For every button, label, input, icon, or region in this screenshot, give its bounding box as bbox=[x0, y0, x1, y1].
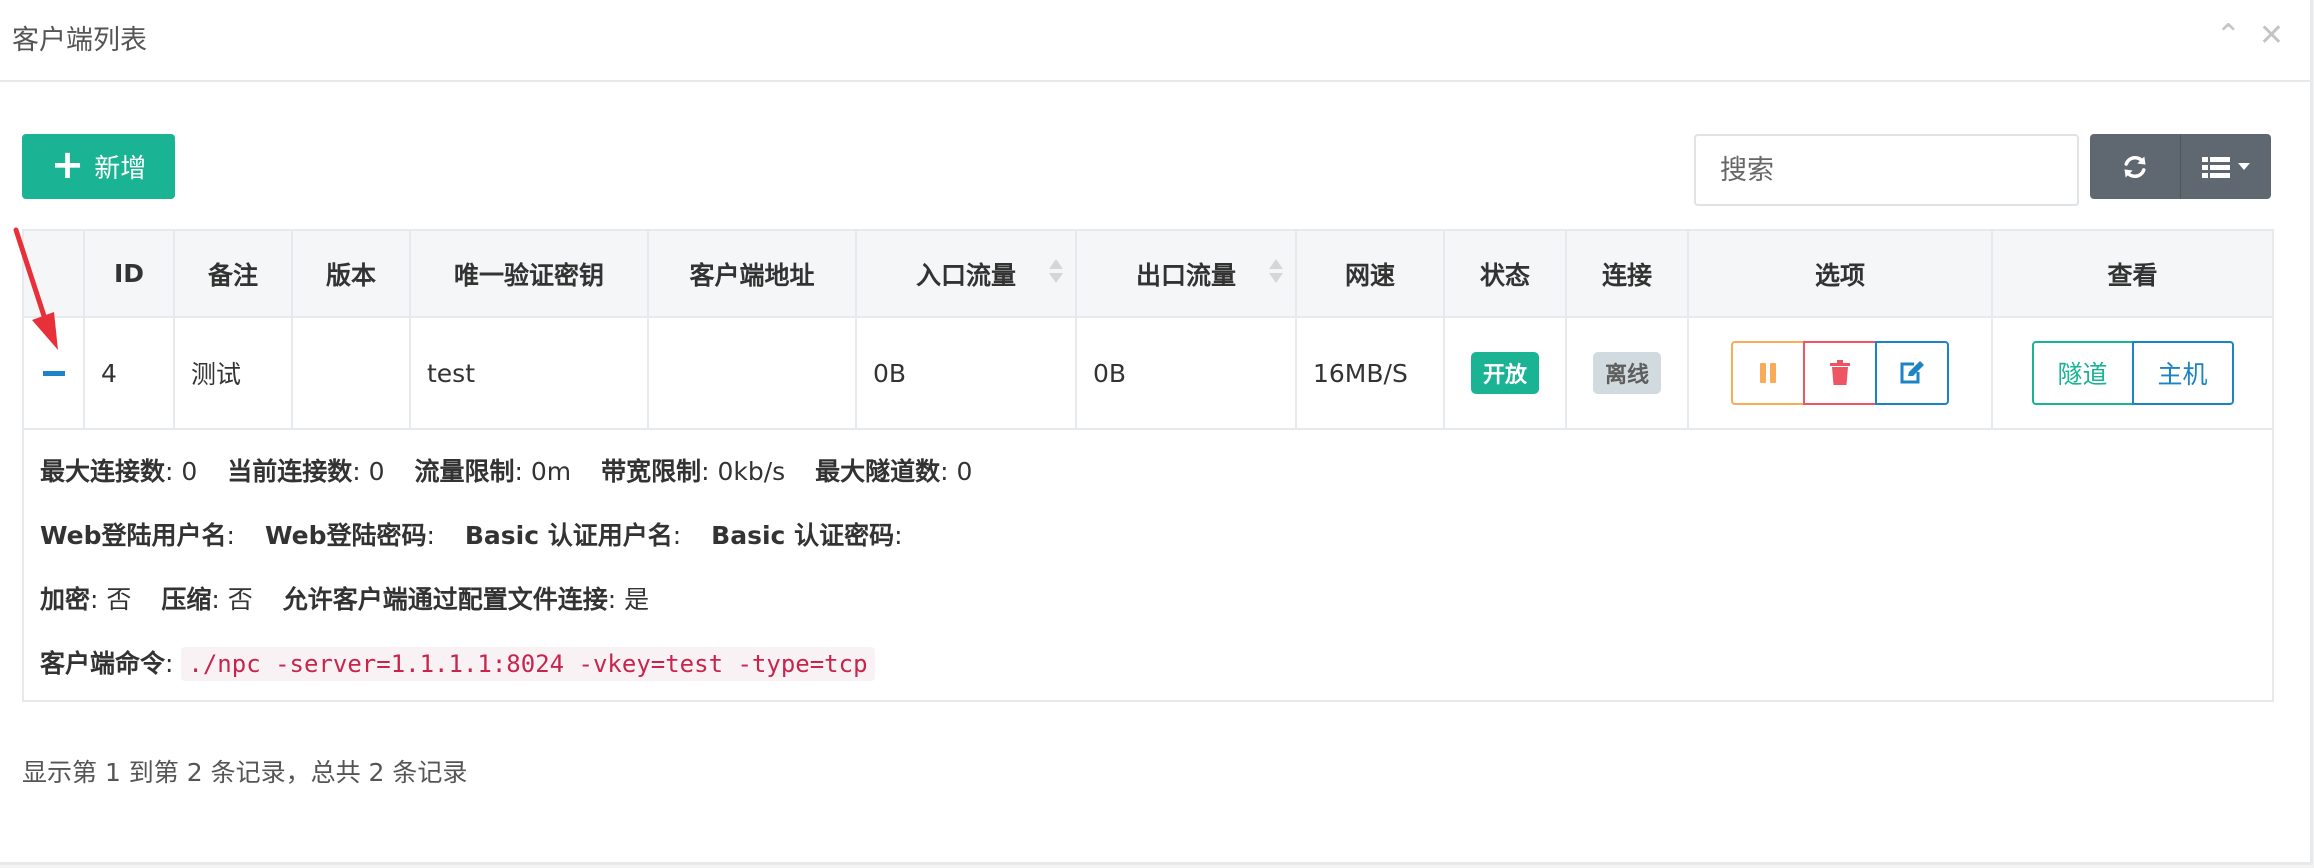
col-speed: 网速 bbox=[1295, 229, 1445, 318]
cell-view: 隧道 主机 bbox=[1991, 316, 2274, 430]
col-export[interactable]: 出口流量 bbox=[1075, 229, 1297, 318]
cell-id: 4 bbox=[83, 316, 175, 430]
col-remark: 备注 bbox=[173, 229, 293, 318]
col-inlet-label: 入口流量 bbox=[915, 260, 1016, 290]
basic-user-label: Basic 认证用户名 bbox=[464, 521, 673, 550]
web-pass-value: : bbox=[426, 521, 435, 550]
search-input[interactable] bbox=[1694, 134, 2079, 206]
col-status: 状态 bbox=[1443, 229, 1567, 318]
basic-pass-value: : bbox=[894, 521, 903, 550]
status-badge: 开放 bbox=[1470, 352, 1539, 394]
refresh-button[interactable] bbox=[2090, 134, 2180, 199]
compress-label: 压缩 bbox=[161, 585, 212, 614]
sort-icon bbox=[1269, 259, 1283, 289]
detail-row: 最大连接数: 0 当前连接数: 0 流量限制: 0m 带宽限制: 0kb/s 最… bbox=[22, 428, 2274, 702]
edit-button[interactable] bbox=[1875, 341, 1949, 405]
cell-export: 0B bbox=[1075, 316, 1297, 430]
pause-icon bbox=[1760, 363, 1776, 383]
rate-limit-label: 带宽限制 bbox=[601, 457, 702, 486]
web-pass-label: Web登陆密码 bbox=[264, 521, 427, 550]
cur-conn-value: : 0 bbox=[352, 457, 385, 486]
table-header-row: ID 备注 版本 唯一验证密钥 客户端地址 入口流量 出口流量 网速 状态 连接… bbox=[22, 229, 2274, 318]
max-tunnel-value: : 0 bbox=[940, 457, 973, 486]
web-user-label: Web登陆用户名 bbox=[40, 521, 227, 550]
col-version: 版本 bbox=[291, 229, 411, 318]
crypt-label: 加密 bbox=[40, 585, 91, 614]
cell-version bbox=[291, 316, 411, 430]
cell-options bbox=[1687, 316, 1993, 430]
col-id: ID bbox=[83, 229, 175, 318]
cell-vkey: test bbox=[409, 316, 649, 430]
chevron-up-icon[interactable]: ⌃ bbox=[2216, 16, 2241, 56]
col-vkey: 唯一验证密钥 bbox=[409, 229, 649, 318]
col-addr: 客户端地址 bbox=[647, 229, 857, 318]
pause-button[interactable] bbox=[1731, 341, 1805, 405]
basic-pass-label: Basic 认证密码 bbox=[711, 521, 895, 550]
detail-cell: 最大连接数: 0 当前连接数: 0 流量限制: 0m 带宽限制: 0kb/s 最… bbox=[22, 428, 2274, 702]
max-conn-label: 最大连接数 bbox=[40, 457, 166, 486]
web-user-value: : bbox=[226, 521, 235, 550]
client-command: ./npc -server=1.1.1.1:8024 -vkey=test -t… bbox=[181, 647, 875, 681]
detail-options: 加密: 否 压缩: 否 允许客户端通过配置文件连接: 是 bbox=[40, 580, 2256, 620]
tunnel-button[interactable]: 隧道 bbox=[2031, 341, 2134, 405]
flow-limit-value: : 0m bbox=[514, 457, 572, 486]
cell-connect: 离线 bbox=[1565, 316, 1689, 430]
cmd-label: 客户端命令 bbox=[40, 649, 166, 678]
config-conn-value: : 是 bbox=[607, 585, 650, 614]
cell-status: 开放 bbox=[1443, 316, 1567, 430]
columns-button[interactable] bbox=[2180, 134, 2271, 199]
cell-addr bbox=[647, 316, 857, 430]
add-button-label: 新增 bbox=[94, 154, 147, 184]
cur-conn-label: 当前连接数 bbox=[227, 457, 353, 486]
col-connect: 连接 bbox=[1565, 229, 1689, 318]
plus-icon: + bbox=[50, 141, 85, 188]
detail-auth: Web登陆用户名: Web登陆密码: Basic 认证用户名: Basic 认证… bbox=[40, 516, 2256, 556]
compress-value: : 否 bbox=[211, 585, 253, 614]
basic-user-value: : bbox=[672, 521, 682, 550]
pagination-info: 显示第 1 到第 2 条记录，总共 2 条记录 bbox=[22, 758, 468, 787]
detail-command: 客户端命令: ./npc -server=1.1.1.1:8024 -vkey=… bbox=[40, 644, 2256, 684]
add-button[interactable]: + 新增 bbox=[22, 134, 175, 199]
panel-title: 客户端列表 bbox=[12, 25, 147, 56]
close-icon[interactable]: ✕ bbox=[2259, 16, 2284, 56]
col-view: 查看 bbox=[1991, 229, 2274, 318]
view-group: 隧道 主机 bbox=[2031, 341, 2234, 405]
cell-inlet: 0B bbox=[855, 316, 1077, 430]
expand-cell bbox=[22, 316, 85, 430]
host-button[interactable]: 主机 bbox=[2131, 341, 2234, 405]
flow-limit-label: 流量限制 bbox=[414, 457, 515, 486]
col-export-label: 出口流量 bbox=[1135, 260, 1236, 290]
detail-limits: 最大连接数: 0 当前连接数: 0 流量限制: 0m 带宽限制: 0kb/s 最… bbox=[40, 452, 2256, 492]
client-table: ID 备注 版本 唯一验证密钥 客户端地址 入口流量 出口流量 网速 状态 连接… bbox=[22, 229, 2274, 702]
col-inlet[interactable]: 入口流量 bbox=[855, 229, 1077, 318]
client-list-panel: 客户端列表 ⌃ ✕ + 新增 搜索 ID 备注 版本 唯一验证密钥 客户端地址 … bbox=[0, 0, 2313, 865]
options-group bbox=[1731, 341, 1949, 405]
col-expand bbox=[22, 229, 85, 318]
cell-speed: 16MB/S bbox=[1295, 316, 1445, 430]
table-row: 4 测试 test 0B 0B 16MB/S 开放 离线 隧道 主机 bbox=[22, 316, 2274, 430]
connect-badge: 离线 bbox=[1592, 352, 1661, 394]
list-icon bbox=[2202, 156, 2230, 178]
panel-tools: ⌃ ✕ bbox=[2216, 16, 2284, 56]
delete-button[interactable] bbox=[1803, 341, 1877, 405]
cell-remark: 测试 bbox=[173, 316, 293, 430]
collapse-detail-icon[interactable] bbox=[42, 370, 65, 376]
config-conn-label: 允许客户端通过配置文件连接 bbox=[282, 585, 608, 614]
crypt-value: : 否 bbox=[90, 585, 132, 614]
trash-icon bbox=[1830, 360, 1850, 385]
edit-icon bbox=[1900, 361, 1924, 384]
table-tools bbox=[2090, 134, 2271, 199]
max-tunnel-label: 最大隧道数 bbox=[815, 457, 941, 486]
rate-limit-value: : 0kb/s bbox=[701, 457, 786, 486]
refresh-icon bbox=[2124, 155, 2146, 178]
col-options: 选项 bbox=[1687, 229, 1993, 318]
cmd-sep: : bbox=[165, 649, 174, 678]
max-conn-value: : 0 bbox=[165, 457, 198, 486]
sort-icon bbox=[1049, 259, 1063, 289]
caret-down-icon bbox=[2238, 163, 2250, 170]
panel-header: 客户端列表 ⌃ ✕ bbox=[0, 0, 2310, 82]
